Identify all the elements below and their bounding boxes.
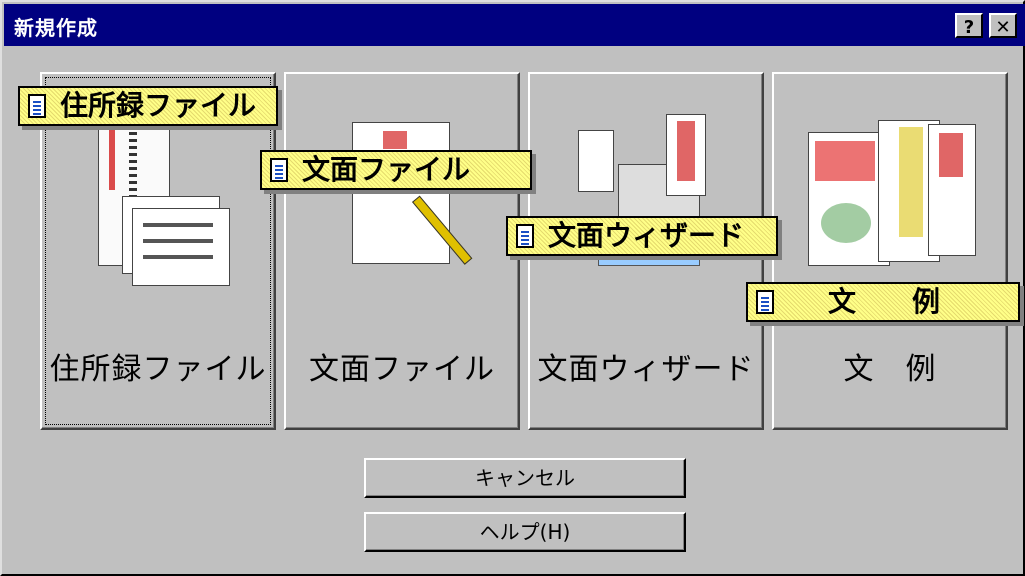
help-button[interactable]: ヘルプ(H) — [364, 512, 686, 552]
document-icon — [28, 94, 46, 118]
callout-label: 文面ファイル — [302, 153, 471, 186]
callout-address-book: 住所録ファイル — [18, 86, 278, 126]
address-book-icon — [98, 114, 238, 294]
tile-label-examples: 文 例 — [843, 352, 937, 387]
callout-label: 住所録ファイル — [60, 89, 257, 122]
tile-label-card-design: 文面ファイル — [309, 352, 495, 387]
cancel-button[interactable]: キャンセル — [364, 458, 686, 498]
document-icon — [516, 224, 534, 248]
window-title: 新規作成 — [14, 16, 98, 40]
tile-examples[interactable]: 文 例 — [772, 72, 1008, 430]
new-file-dialog: 新規作成 ? ✕ 住所録ファイル 文面ファイル 文面ウィザード 文 例 住所録フ… — [0, 0, 1025, 576]
tile-label-address-book: 住所録ファイル — [49, 352, 267, 387]
card-design-icon — [352, 122, 473, 272]
help-icon[interactable]: ? — [955, 13, 983, 38]
callout-card-design: 文面ファイル — [260, 150, 532, 190]
callout-wizard: 文面ウィザード — [506, 216, 778, 256]
card-examples-icon — [808, 114, 978, 274]
callout-examples: 文 例 — [746, 282, 1020, 322]
tile-card-design[interactable]: 文面ファイル — [284, 72, 520, 430]
close-icon[interactable]: ✕ — [989, 13, 1017, 38]
tile-label-wizard: 文面ウィザード — [537, 352, 755, 387]
callout-label: 文面ウィザード — [548, 219, 745, 252]
titlebar: 新規作成 ? ✕ — [4, 4, 1025, 46]
document-icon — [756, 290, 774, 314]
callout-label: 文 例 — [828, 285, 941, 318]
document-icon — [270, 158, 288, 182]
